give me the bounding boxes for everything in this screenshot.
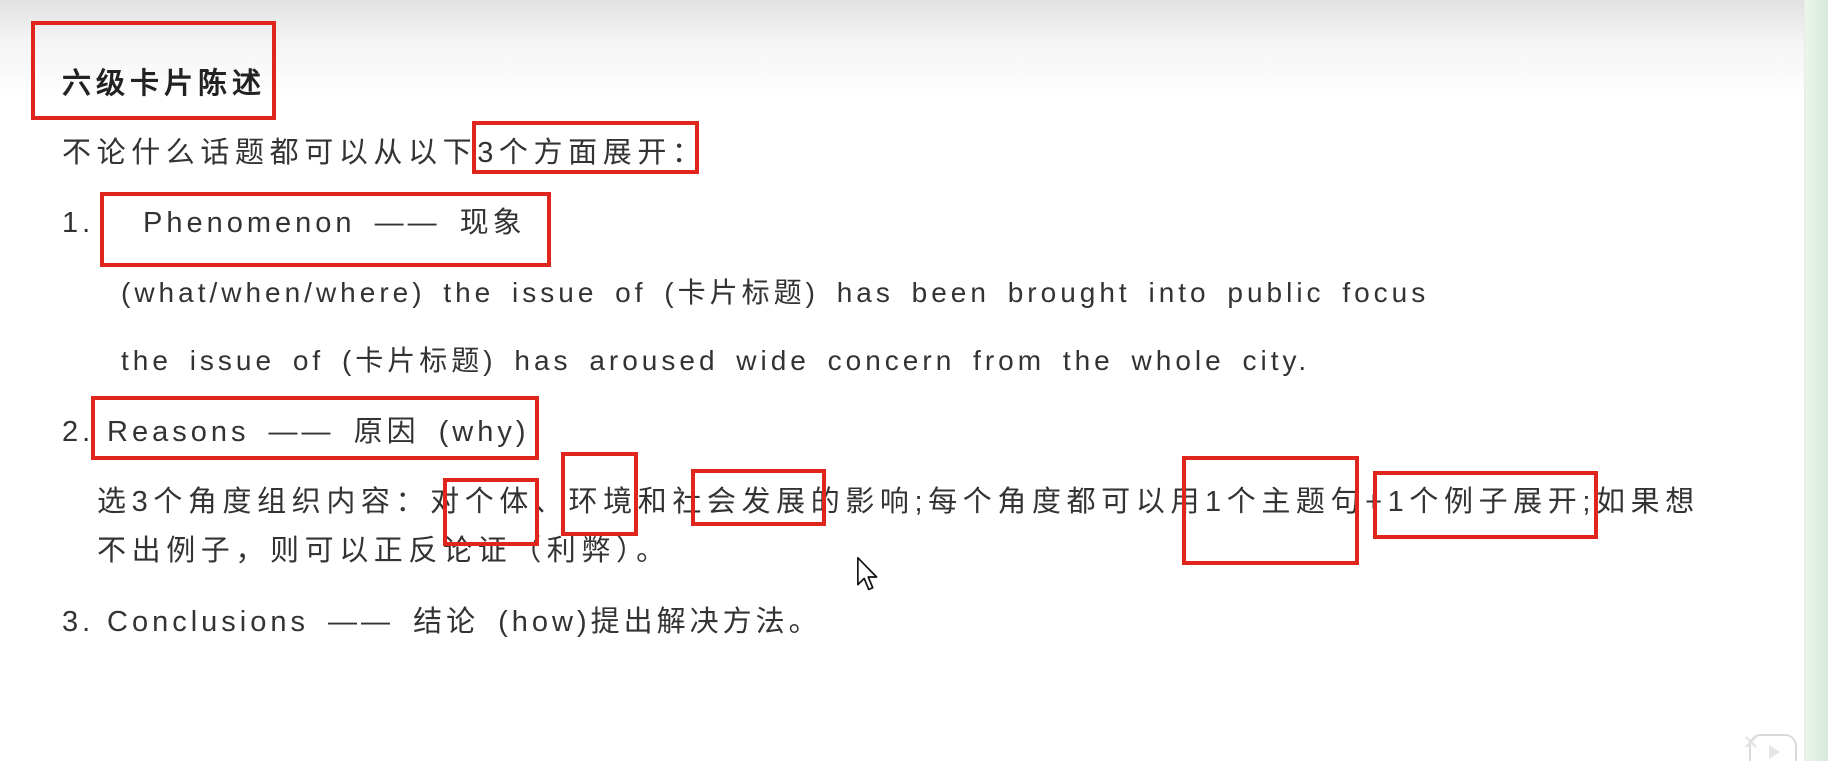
document-page: 六级卡片陈述 不论什么话题都可以从以下3个方面展开： 1. Phenomenon… xyxy=(0,0,1828,761)
section-3-number: 3. xyxy=(62,606,95,638)
annotation-box-example xyxy=(1373,471,1598,539)
right-side-panel-edge xyxy=(1804,0,1828,761)
section-1-number: 1. xyxy=(62,207,95,239)
annotation-box-phenomenon xyxy=(100,192,551,267)
annotation-box-individual xyxy=(443,478,539,546)
annotation-box-title xyxy=(31,21,276,120)
floating-control-icon[interactable] xyxy=(1744,727,1800,761)
section-2-line-2: 不出例子，则可以正反论证（利弊）。 xyxy=(97,535,671,567)
section-3-heading: Conclusions —— 结论 (how)提出解决方法。 xyxy=(107,606,822,638)
annotation-box-social-development xyxy=(691,469,826,526)
annotation-box-reasons xyxy=(91,396,539,460)
section-2-number: 2. xyxy=(62,416,95,448)
annotation-box-three-aspects xyxy=(472,121,699,174)
section-1-line-1: (what/when/where) the issue of (卡片标题) ha… xyxy=(121,277,1430,308)
annotation-box-topic-sentence xyxy=(1182,456,1359,565)
section-1-line-2: the issue of (卡片标题) has aroused wide con… xyxy=(121,345,1311,376)
annotation-box-environment xyxy=(561,452,638,536)
mouse-cursor-icon xyxy=(857,556,878,591)
